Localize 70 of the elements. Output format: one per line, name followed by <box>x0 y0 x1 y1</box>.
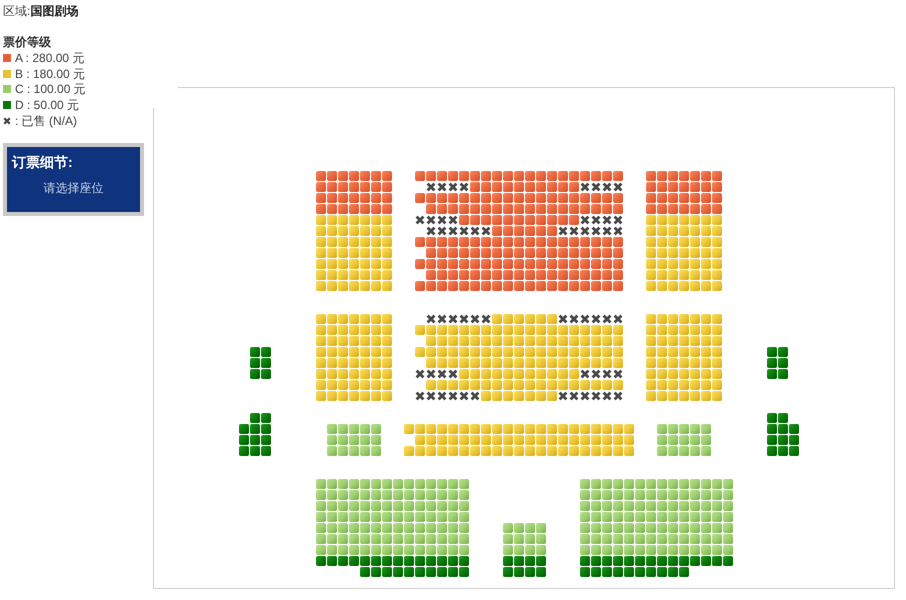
cross-icon <box>591 391 601 401</box>
cross-icon <box>426 369 436 379</box>
cross-icon <box>569 314 579 324</box>
panel-message: 请选择座位 <box>44 180 104 196</box>
cross-icon <box>426 215 436 225</box>
cross-icon <box>437 369 447 379</box>
cross-icon <box>426 314 436 324</box>
cross-icon <box>448 314 458 324</box>
cross-icon <box>437 226 447 236</box>
cross-icon <box>415 215 425 225</box>
cross-icon <box>591 314 601 324</box>
cross-icon <box>426 182 436 192</box>
legend-label: B : 180.00 元 <box>15 66 86 81</box>
cross-icon <box>558 226 568 236</box>
cross-icon <box>580 182 590 192</box>
cross-icon <box>470 391 480 401</box>
cross-icon <box>481 314 491 324</box>
legend-label: D : 50.00 元 <box>15 98 80 112</box>
cross-icon <box>613 182 623 192</box>
legend-label: A : 280.00 元 <box>15 50 84 65</box>
cross-icon <box>602 215 612 225</box>
cross-icon <box>580 215 590 225</box>
cross-icon <box>602 391 612 401</box>
cross-icon <box>580 369 590 379</box>
cross-icon <box>459 182 469 192</box>
legend-title: 票价等级 <box>3 34 51 50</box>
cross-icon <box>448 391 458 401</box>
panel-title: 订票细节: <box>12 152 73 171</box>
cross-icon <box>459 391 469 401</box>
cross-icon <box>437 215 447 225</box>
cross-icon <box>459 314 469 324</box>
cross-icon <box>613 369 623 379</box>
cross-icon <box>448 182 458 192</box>
cross-icon <box>558 314 568 324</box>
cross-icon <box>470 226 480 236</box>
cross-icon <box>426 391 436 401</box>
cross-icon <box>580 226 590 236</box>
cross-icon <box>437 182 447 192</box>
cross-icon <box>558 391 568 401</box>
cross-icon <box>448 226 458 236</box>
cross-icon <box>591 369 601 379</box>
cross-icon <box>481 226 491 236</box>
cross-icon <box>426 226 436 236</box>
cross-icon <box>3 116 11 125</box>
cross-icon <box>437 391 447 401</box>
cross-icon <box>602 369 612 379</box>
cross-icon <box>602 182 612 192</box>
cross-icon <box>448 215 458 225</box>
cross-icon <box>613 226 623 236</box>
cross-icon <box>613 314 623 324</box>
legend-label: : 已售 (N/A) <box>15 114 77 128</box>
cross-icon <box>470 314 480 324</box>
cross-icon <box>602 226 612 236</box>
area-label: 区域:国图剧场 <box>3 3 78 19</box>
cross-icon <box>591 226 601 236</box>
legend-label: C : 100.00 元 <box>15 82 86 96</box>
cross-icon <box>448 369 458 379</box>
cross-icon <box>580 391 590 401</box>
cross-icon <box>591 182 601 192</box>
cross-icon <box>415 391 425 401</box>
cross-icon <box>613 391 623 401</box>
cross-icon <box>602 314 612 324</box>
cross-icon <box>569 226 579 236</box>
cross-icon <box>569 391 579 401</box>
cross-icon <box>437 314 447 324</box>
cross-icon <box>580 314 590 324</box>
cross-icon <box>591 215 601 225</box>
cross-icon <box>459 226 469 236</box>
cross-icon <box>613 215 623 225</box>
cross-icon <box>415 369 425 379</box>
